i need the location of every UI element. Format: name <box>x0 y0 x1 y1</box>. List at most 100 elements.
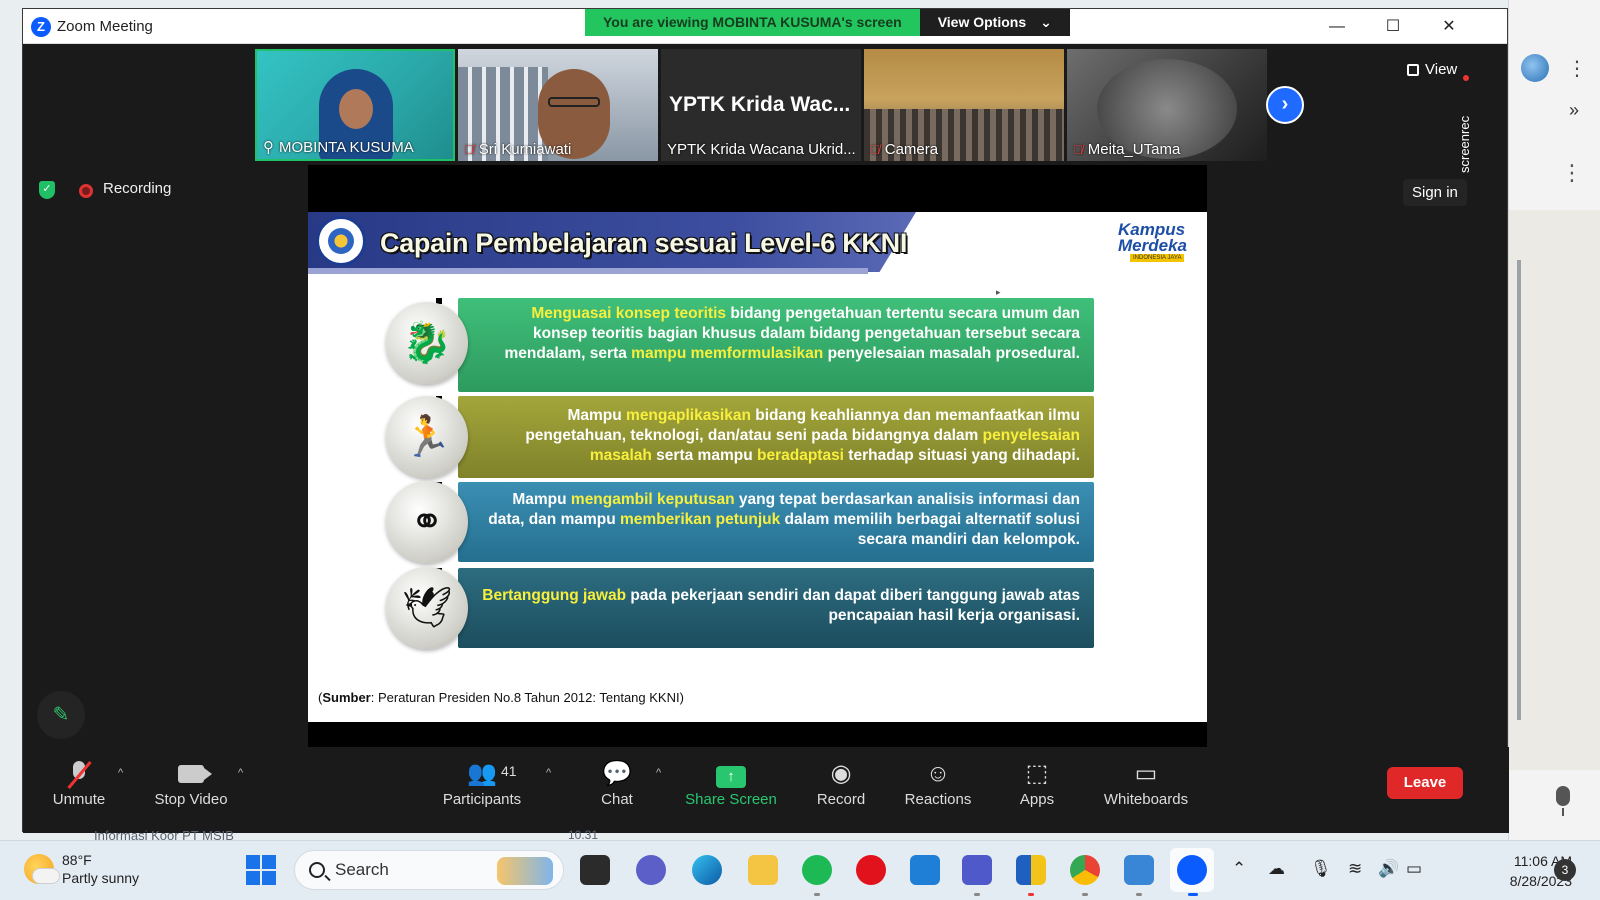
participant-name-text: YPTK Krida Wacana Ukrid... <box>667 141 856 158</box>
participants-count: 41 <box>501 763 517 779</box>
apps-button[interactable]: ⬚ Apps <box>1017 757 1057 808</box>
outcome-phrase: terhadap situasi yang dihadapi. <box>844 447 1080 464</box>
participant-tile[interactable]: 🎙̸ Meita_UTama <box>1067 49 1267 161</box>
scrollbar[interactable] <box>1517 260 1521 720</box>
unmute-label: Unmute <box>52 791 106 808</box>
screenrec-label[interactable]: screenrec <box>1457 83 1477 173</box>
windows-start-icon[interactable] <box>246 855 276 885</box>
view-label: View <box>1425 61 1458 78</box>
pin-icon: ⚲ <box>263 139 274 156</box>
participants-label: Participants <box>442 791 522 808</box>
view-options-button[interactable]: View Options ⌄ <box>919 9 1070 36</box>
more-icon[interactable]: ⋮ <box>1567 56 1587 81</box>
participant-tile[interactable]: 🎙̸ Sri Kurniawati <box>458 49 658 161</box>
opera-icon[interactable] <box>856 855 886 885</box>
leave-button[interactable]: Leave <box>1387 767 1463 799</box>
edge-icon[interactable] <box>692 855 722 885</box>
kampus-merdeka-logo: Kampus Merdeka <box>1118 221 1198 254</box>
task-view-icon[interactable] <box>580 855 610 885</box>
zoom-app-icon <box>1177 855 1207 885</box>
viewing-text: You are viewing MOBINTA KUSUMA's screen <box>585 9 920 36</box>
participant-tile[interactable]: 🎙̸ Camera <box>864 49 1064 161</box>
whiteboards-button[interactable]: ▭ Whiteboards <box>1099 757 1193 808</box>
whiteboard-icon: ▭ <box>1134 760 1158 787</box>
participant-tile[interactable]: YPTK Krida Wac... YPTK Krida Wacana Ukri… <box>661 49 861 161</box>
notification-badge[interactable]: 3 <box>1554 859 1576 881</box>
apps-icon: ⬚ <box>1025 760 1049 787</box>
record-button[interactable]: ◉ Record <box>813 757 869 808</box>
security-shield-icon[interactable] <box>1016 855 1046 885</box>
app-running-indicator <box>814 893 820 896</box>
mail-icon[interactable] <box>910 855 940 885</box>
weather-widget[interactable]: 88°F Partly sunny <box>24 851 139 887</box>
minimize-button[interactable]: — <box>1317 15 1357 39</box>
participant-tile[interactable]: ⚲ MOBINTA KUSUMA <box>255 49 455 161</box>
notepad-icon[interactable] <box>1124 855 1154 885</box>
view-button[interactable]: View <box>1407 61 1457 78</box>
participant-name-text: Camera <box>884 141 939 158</box>
stop-video-button[interactable]: Stop Video <box>149 757 233 808</box>
recording-icon <box>79 184 93 198</box>
microphone-icon[interactable]: 🎙 <box>1310 859 1332 879</box>
unmute-button[interactable]: Unmute <box>51 757 107 808</box>
chat-button[interactable]: 💬 Chat <box>597 757 637 808</box>
zoom-window: Z Zoom Meeting You are viewing MOBINTA K… <box>22 8 1509 833</box>
video-camera-icon <box>178 765 212 783</box>
menu-icon[interactable]: ⋮ <box>1561 160 1583 186</box>
participant-strip: ⚲ MOBINTA KUSUMA 🎙̸ Sri Kurniawati YPTK … <box>255 49 1267 161</box>
search-highlight-image <box>497 857 553 885</box>
taskbar: 88°F Partly sunny Search ⌃ ☁ 🎙 ≋ 🔊 ▭ 11:… <box>0 840 1600 900</box>
search-placeholder: Search <box>335 860 389 879</box>
share-screen-icon: ↑ <box>716 766 746 788</box>
shield-icon[interactable]: ✓ <box>39 181 55 199</box>
background-browser-panel: ⋮ » ⋮ <box>1508 0 1600 840</box>
record-icon: ◉ <box>830 760 852 787</box>
annotate-pencil-icon[interactable]: ✎ <box>37 691 85 739</box>
smiley-icon: ☺ <box>925 760 951 787</box>
chevron-right-icon[interactable]: » <box>1569 100 1579 121</box>
share-screen-button[interactable]: ↑ Share Screen <box>685 757 777 808</box>
next-page-button[interactable]: › <box>1266 86 1304 124</box>
outcome-icon-circle: ⚭ <box>386 481 468 563</box>
chevron-up-icon[interactable]: ⌃ <box>1232 859 1246 879</box>
file-explorer-icon[interactable] <box>748 855 778 885</box>
chevron-up-icon: ^ <box>118 767 124 779</box>
runner-icon: 🏃 <box>402 415 452 459</box>
app-running-indicator <box>1136 893 1142 896</box>
outcome-text: Mampu mengaplikasikan bidang keahliannya… <box>480 406 1080 466</box>
wifi-icon[interactable]: ≋ <box>1348 859 1362 879</box>
microphone-icon[interactable] <box>1553 786 1573 818</box>
participant-name-text: MOBINTA KUSUMA <box>279 138 414 156</box>
window-title: Zoom Meeting <box>57 18 153 35</box>
sign-in-button[interactable]: Sign in <box>1403 179 1467 206</box>
outcome-band: Mampu mengaplikasikan bidang keahliannya… <box>436 396 1094 478</box>
onedrive-cloud-icon[interactable]: ☁ <box>1268 859 1285 879</box>
outcome-text: Bertanggung jawab pada pekerjaan sendiri… <box>480 586 1080 626</box>
source-text: : Peraturan Presiden No.8 Tahun 2012: Te… <box>370 690 684 705</box>
globe-icon[interactable] <box>1521 54 1549 82</box>
close-button[interactable]: ✕ <box>1429 15 1469 39</box>
meet-icon[interactable] <box>636 855 666 885</box>
teams-icon[interactable] <box>962 855 992 885</box>
participants-button[interactable]: 👥 41 Participants <box>441 757 523 808</box>
logo-subtitle: INDONESIA JAYA <box>1130 254 1185 262</box>
muted-mic-icon: 🎙̸ <box>1073 142 1083 157</box>
chrome-icon[interactable] <box>1070 855 1100 885</box>
battery-icon[interactable]: ▭ <box>1406 859 1422 879</box>
reactions-button[interactable]: ☺ Reactions <box>903 757 973 808</box>
spotify-icon[interactable] <box>802 855 832 885</box>
participant-name: 🎙̸ Meita_UTama <box>1073 141 1180 158</box>
volume-icon[interactable]: 🔊 <box>1378 859 1399 879</box>
highlighted-phrase: memberikan petunjuk <box>620 511 781 528</box>
source-label: Sumber <box>322 690 371 705</box>
record-label: Record <box>816 791 866 808</box>
maximize-button[interactable]: ☐ <box>1373 15 1413 39</box>
taskbar-search[interactable]: Search <box>294 850 564 890</box>
highlighted-phrase: beradaptasi <box>756 447 844 464</box>
zoom-taskbar-button[interactable] <box>1170 848 1214 892</box>
outcome-icon-circle: 🕊 <box>386 567 468 649</box>
banner-stripe <box>308 268 868 274</box>
outcome-phrase: pada pekerjaan sendiri dan dapat diberi … <box>626 587 1080 624</box>
venn-icon: ⚭ <box>410 500 444 544</box>
weather-text: 88°F Partly sunny <box>62 851 139 887</box>
